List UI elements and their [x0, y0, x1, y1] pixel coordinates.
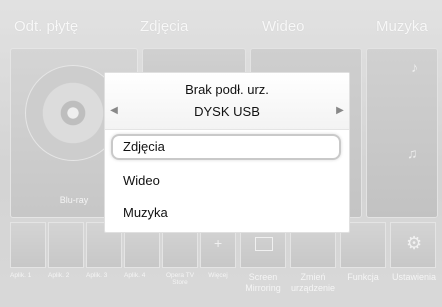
music-panel[interactable]: ♪ ♫: [366, 48, 438, 218]
music-note-icon: ♫: [407, 145, 418, 161]
category-photos[interactable]: Zdjęcia: [140, 18, 188, 35]
category-video[interactable]: Wideo: [262, 18, 305, 35]
dialog-header: Brak podł. urz. ◀ DYSK USB ▶: [105, 73, 349, 129]
category-bar: Odt. płytę Zdjęcia Wideo Muzyka: [0, 18, 442, 42]
app-label-function: Funkcja: [347, 272, 379, 282]
app-label-settings: Ustawienia: [391, 272, 437, 282]
dialog-divider: [105, 129, 349, 130]
app-tile-2[interactable]: [48, 222, 84, 268]
menu-item-photos[interactable]: Zdjęcia: [111, 134, 341, 160]
app-label-2: Aplik. 2: [48, 272, 70, 279]
add-icon: +: [214, 235, 223, 251]
app-label-more: Więcej: [208, 272, 228, 279]
category-disc[interactable]: Odt. płytę: [14, 18, 78, 35]
app-label-opera: Opera TV Store: [165, 272, 195, 286]
app-label-1: Aplik. 1: [10, 272, 32, 279]
category-music[interactable]: Muzyka: [376, 18, 428, 35]
settings-gear-icon: ⚙: [406, 233, 423, 253]
right-arrow-icon[interactable]: ▶: [335, 104, 345, 118]
app-label-change-device: Zmień urządzenie: [290, 272, 336, 293]
screen-mirroring-icon: [255, 237, 273, 251]
app-label-3: Aplik. 3: [86, 272, 108, 279]
device-selector[interactable]: DYSK USB: [105, 104, 349, 119]
settings-tile[interactable]: ⚙: [390, 222, 436, 268]
app-label-screen-mirroring: Screen Mirroring: [245, 272, 281, 293]
menu-item-music[interactable]: Muzyka: [111, 200, 341, 226]
device-dialog: Brak podł. urz. ◀ DYSK USB ▶ Zdjęcia Wid…: [104, 72, 350, 233]
dialog-title: Brak podł. urz.: [185, 82, 269, 97]
menu-item-video[interactable]: Wideo: [111, 168, 341, 194]
app-tile-1[interactable]: [10, 222, 46, 268]
app-label-4: Aplik. 4: [124, 272, 146, 279]
music-note-icon: ♪: [411, 59, 418, 75]
